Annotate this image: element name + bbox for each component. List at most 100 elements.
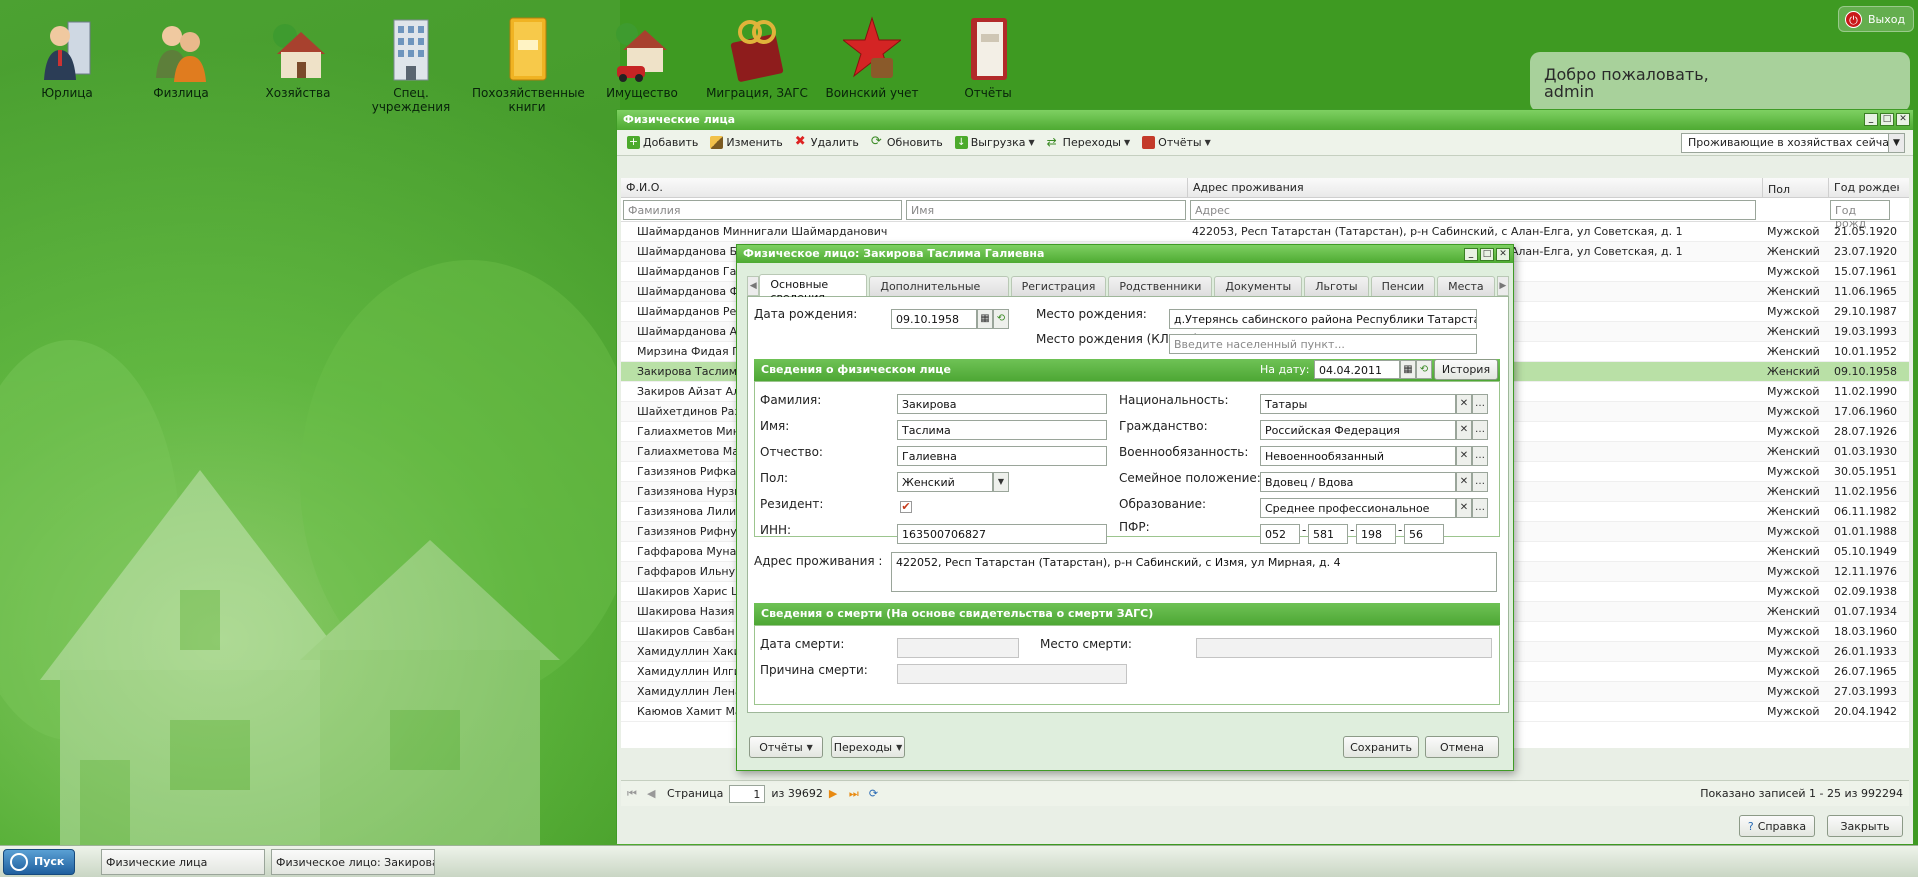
tab-documents[interactable]: Документы (1214, 276, 1303, 296)
marital-input[interactable]: Вдовец / Вдова (1260, 472, 1456, 492)
tab-basic[interactable]: Основные сведения (759, 274, 868, 304)
help-button[interactable]: ? Справка (1739, 815, 1815, 837)
first-page-icon[interactable]: ⏮ (627, 787, 641, 801)
close-window-button[interactable]: ✕ (1496, 248, 1510, 261)
maximize-button[interactable]: □ (1480, 248, 1494, 261)
task-person-dialog[interactable]: Физическое лицо: Закирова... (271, 848, 435, 875)
calendar-icon[interactable]: ▦ (977, 309, 993, 329)
column-header-sex[interactable]: Пол (1763, 178, 1829, 197)
dialog-reports-button[interactable]: Отчёты ▼ (749, 736, 823, 758)
firstname-input[interactable]: Таслима (897, 420, 1107, 440)
close-button[interactable]: Закрыть (1827, 815, 1903, 837)
prev-page-icon[interactable]: ◀ (647, 787, 661, 801)
goto-button[interactable]: ⇄ Переходы ▼ (1043, 134, 1134, 151)
death-date-input[interactable] (897, 638, 1019, 658)
birth-place-input[interactable]: д.Утерянсь сабинского района Республики … (1169, 309, 1477, 329)
death-place-input[interactable] (1196, 638, 1492, 658)
tab-relatives[interactable]: Родственники (1108, 276, 1213, 296)
column-header-year[interactable]: Год рожден (1829, 178, 1899, 197)
edit-button[interactable]: Изменить (706, 134, 786, 151)
desktop-icon-migratsiya-zags[interactable]: Миграция, ЗАГС (702, 14, 812, 100)
task-persons-window[interactable]: Физические лица (101, 848, 265, 875)
column-header-address[interactable]: Адрес проживания (1188, 178, 1763, 197)
maximize-button[interactable]: □ (1880, 113, 1894, 126)
history-button[interactable]: История (1434, 359, 1498, 380)
lastname-filter-input[interactable]: Фамилия (623, 199, 902, 220)
birth-date-input[interactable]: 09.10.1958 (891, 309, 977, 329)
minimize-button[interactable]: _ (1464, 248, 1478, 261)
persons-window-titlebar[interactable]: Физические лица _ □ ✕ (617, 110, 1913, 130)
desktop-icon-voinskiy-uchet[interactable]: Воинский учет (817, 14, 927, 100)
desktop-icon-pokhozyaystvennye-knigi[interactable]: Похозяйственные книги (472, 14, 585, 114)
export-button[interactable]: ↓ Выгрузка ▼ (951, 134, 1039, 151)
save-button[interactable]: Сохранить (1343, 736, 1419, 758)
more-icon[interactable]: … (1472, 472, 1488, 492)
tab-places[interactable]: Места (1437, 276, 1495, 296)
page-number-input[interactable]: 1 (729, 784, 766, 803)
clear-icon[interactable]: ✕ (1456, 420, 1472, 440)
clear-icon[interactable]: ✕ (1456, 498, 1472, 518)
citizenship-input[interactable]: Российская Федерация (1260, 420, 1456, 440)
desktop-icon-spets-uchrezhdeniya[interactable]: Спец. учреждения (356, 14, 466, 114)
more-icon[interactable]: … (1472, 446, 1488, 466)
next-page-icon[interactable]: ▶ (829, 787, 843, 801)
more-icon[interactable]: … (1472, 498, 1488, 518)
inn-input[interactable]: 163500706827 (897, 524, 1107, 544)
last-page-icon[interactable]: ⏭ (849, 787, 863, 801)
reload-icon[interactable]: ⟳ (869, 787, 883, 801)
more-icon[interactable]: … (1472, 420, 1488, 440)
desktop-icon-imushchestvo[interactable]: Имущество (587, 14, 697, 100)
pfr-part-2[interactable]: 581 (1308, 524, 1348, 544)
export-label: Выгрузка (970, 136, 1026, 149)
tab-benefits[interactable]: Льготы (1304, 276, 1369, 296)
clear-icon[interactable]: ✕ (1456, 394, 1472, 414)
pfr-part-4[interactable]: 56 (1404, 524, 1444, 544)
death-reason-input[interactable] (897, 664, 1127, 684)
address-field[interactable]: 422052, Респ Татарстан (Татарстан), р-н … (891, 552, 1497, 592)
calendar-icon[interactable]: ▦ (1400, 360, 1416, 379)
year-filter-input[interactable]: Год рожд (1830, 199, 1890, 230)
desktop-icon-otchety[interactable]: Отчёты (933, 14, 1043, 100)
desktop-icon-khozyaystva[interactable]: Хозяйства (243, 14, 353, 100)
birth-place-kladr-input[interactable]: Введите населенный пункт... (1169, 334, 1477, 354)
firstname-filter-input[interactable]: Имя (906, 199, 1186, 220)
reset-date-icon[interactable]: ⟲ (1416, 360, 1432, 379)
clear-icon[interactable]: ✕ (1456, 446, 1472, 466)
delete-button[interactable]: ✖ Удалить (791, 134, 863, 151)
education-input[interactable]: Среднее профессиональное (1260, 498, 1456, 518)
desktop-icon-fizlitsa[interactable]: Физлица (126, 14, 236, 100)
patronymic-input[interactable]: Галиевна (897, 446, 1107, 466)
clear-icon[interactable]: ✕ (1456, 472, 1472, 492)
military-input[interactable]: Невоеннообязанный (1260, 446, 1456, 466)
pfr-part-3[interactable]: 198 (1356, 524, 1396, 544)
logout-button[interactable]: ⏻ Выход (1838, 6, 1914, 32)
start-button[interactable]: Пуск (3, 848, 75, 875)
tab-pensions[interactable]: Пенсии (1370, 276, 1436, 296)
tab-additional[interactable]: Дополнительные сведения (869, 276, 1009, 306)
more-icon[interactable]: … (1472, 394, 1488, 414)
desktop-icon-yurlitsa[interactable]: Юрлица (12, 14, 122, 100)
dialog-goto-button[interactable]: Переходы ▼ (831, 736, 905, 758)
column-header-fio[interactable]: Ф.И.О. (621, 178, 1188, 197)
close-window-button[interactable]: ✕ (1896, 113, 1910, 126)
lastname-input[interactable]: Закирова (897, 394, 1107, 414)
on-date-input[interactable]: 04.04.2011 (1314, 360, 1400, 379)
cancel-button[interactable]: Отмена (1425, 736, 1499, 758)
pfr-part-1[interactable]: 052 (1260, 524, 1300, 544)
resident-checkbox[interactable]: ✔ (900, 501, 912, 513)
add-button[interactable]: + Добавить (623, 134, 702, 151)
reports-button[interactable]: Отчёты ▼ (1138, 134, 1215, 151)
residence-filter-select[interactable]: Проживающие в хозяйствах сейчас ▼ (1681, 133, 1905, 153)
table-row[interactable]: Шаймарданов Миннигали Шаймарданович 42205… (621, 222, 1909, 242)
tab-scroll-right-icon[interactable]: ▶ (1496, 276, 1510, 296)
address-filter-input[interactable]: Адрес (1190, 199, 1756, 220)
tab-registration[interactable]: Регистрация (1010, 276, 1107, 296)
reset-date-icon[interactable]: ⟲ (993, 309, 1009, 329)
refresh-button[interactable]: ⟳ Обновить (867, 134, 947, 151)
sex-select[interactable]: Женский (897, 472, 993, 492)
person-dialog-titlebar[interactable]: Физическое лицо: Закирова Таслима Галиев… (737, 245, 1513, 263)
tab-scroll-left-icon[interactable]: ◀ (747, 276, 760, 296)
nationality-input[interactable]: Татары (1260, 394, 1456, 414)
chevron-down-icon[interactable]: ▼ (993, 472, 1009, 492)
minimize-button[interactable]: _ (1864, 113, 1878, 126)
